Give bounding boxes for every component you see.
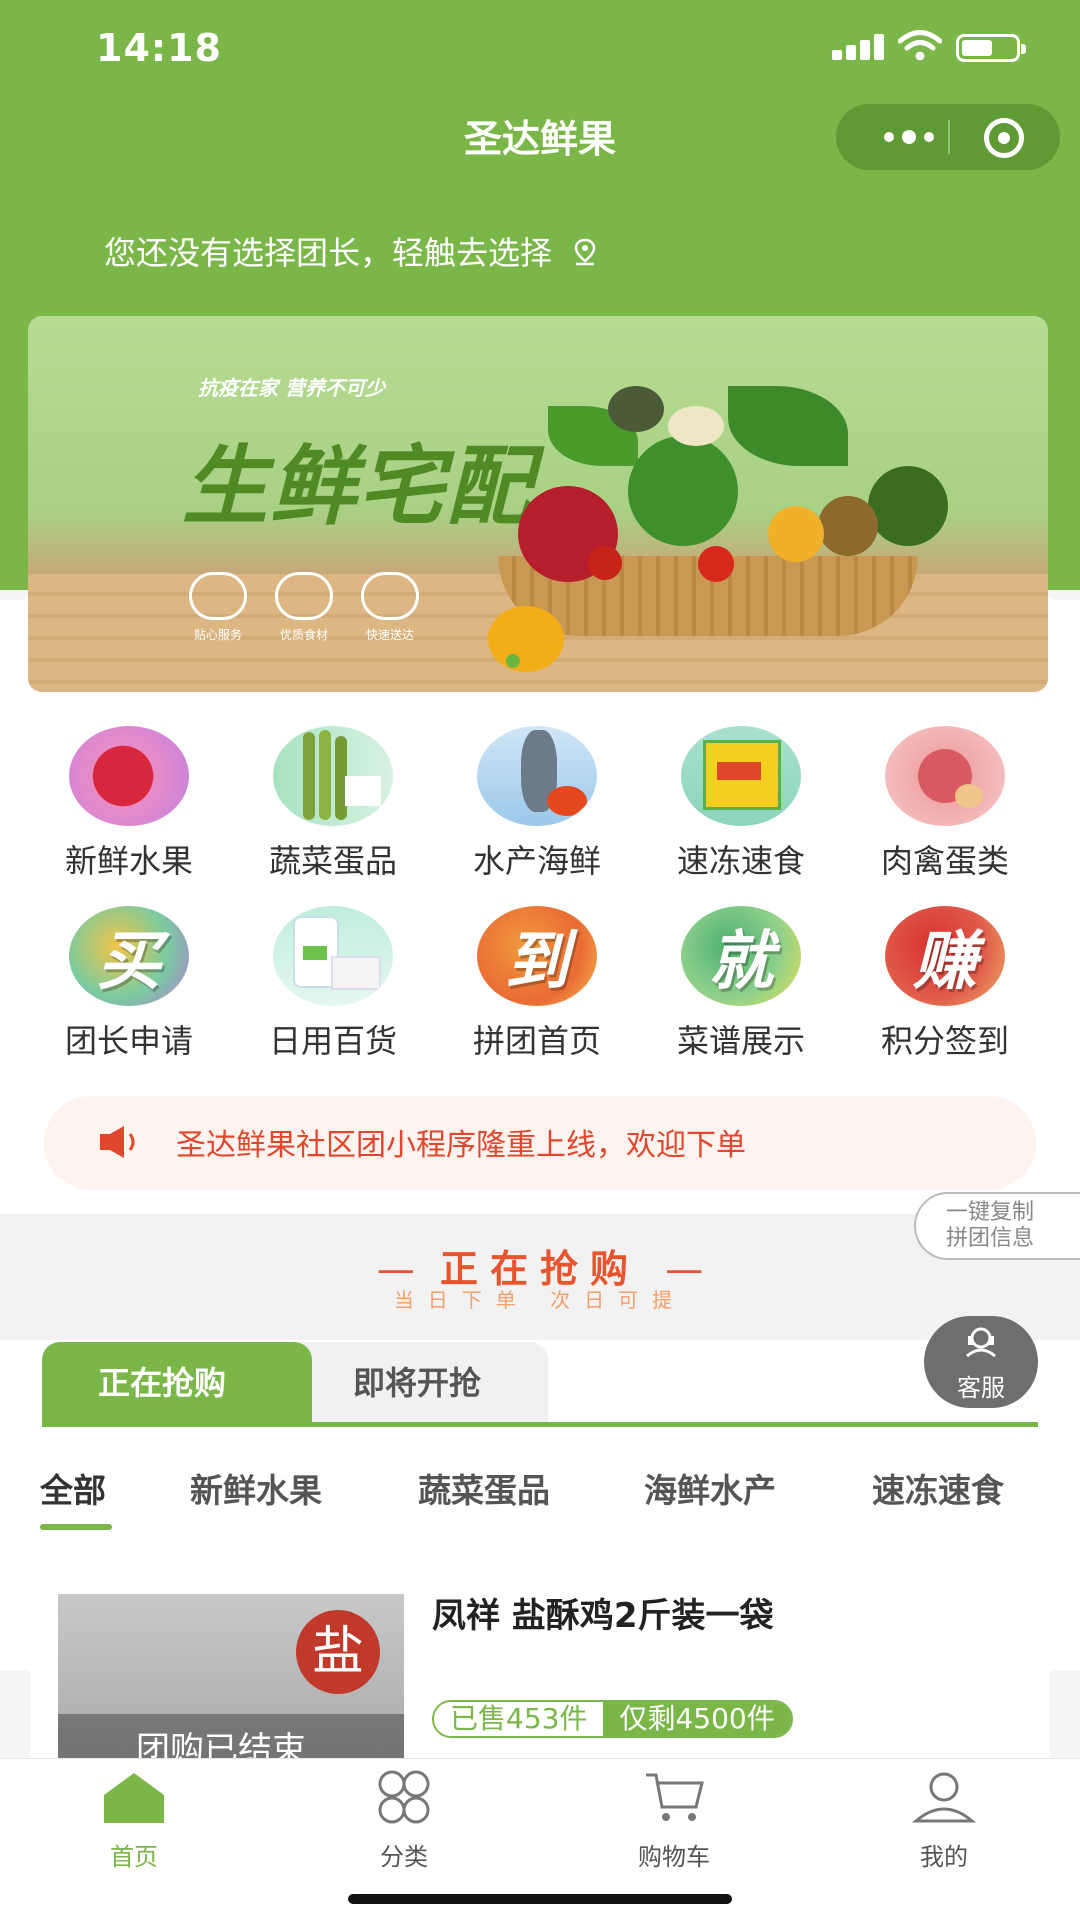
buy-icon: 买 bbox=[69, 906, 189, 1006]
stock-badge: 已售453件 仅剩4500件 bbox=[432, 1700, 793, 1738]
subtab-fresh-fruit[interactable]: 新鲜水果 bbox=[190, 1464, 322, 1512]
meat-icon bbox=[885, 726, 1005, 826]
remaining-count: 仅剩4500件 bbox=[603, 1702, 791, 1736]
category-label: 速冻速食 bbox=[676, 842, 805, 880]
location-pin-icon bbox=[570, 237, 596, 266]
mushroom-shape bbox=[668, 406, 724, 446]
capsule-divider bbox=[948, 120, 950, 154]
speaker-icon bbox=[100, 1126, 135, 1158]
headset-icon bbox=[966, 1327, 996, 1358]
category-recipes[interactable]: 就 菜谱展示 bbox=[646, 906, 836, 1062]
category-seafood[interactable]: 水产海鲜 bbox=[442, 726, 632, 882]
product-salt-label: 盐 bbox=[296, 1610, 380, 1694]
cart-icon bbox=[646, 1773, 704, 1821]
signal-icon bbox=[832, 34, 888, 60]
category-group-home[interactable]: 到 拼团首页 bbox=[442, 906, 632, 1062]
tabbar-category[interactable]: 分类 bbox=[334, 1769, 474, 1872]
frozen-food-icon bbox=[681, 726, 801, 826]
promo-banner[interactable]: 抗疫在家 营养不可少 生鲜宅配 贴心服务 优质食材 快速送达 bbox=[28, 316, 1048, 692]
category-label: 蔬菜蛋品 bbox=[268, 842, 397, 880]
wifi-icon bbox=[898, 30, 942, 61]
banner-headline: 生鲜宅配 bbox=[182, 437, 534, 537]
user-icon bbox=[911, 1772, 977, 1823]
select-leader-text: 您还没有选择团长，轻触去选择 bbox=[104, 234, 553, 272]
announcement-text: 圣达鲜果社区团小程序隆重上线，欢迎下单 bbox=[176, 1128, 746, 1163]
home-indicator bbox=[348, 1894, 732, 1904]
category-label: 团长申请 bbox=[64, 1022, 193, 1060]
tab-now-selling[interactable]: 正在抢购 bbox=[42, 1342, 312, 1424]
home-icon bbox=[104, 1773, 164, 1823]
subtab-indicator bbox=[40, 1524, 112, 1530]
banner-badge: 优质食材 bbox=[272, 572, 336, 643]
tabbar-label: 分类 bbox=[380, 1843, 428, 1871]
banner-tagline: 抗疫在家 营养不可少 bbox=[198, 376, 385, 400]
tab-underline bbox=[42, 1422, 1038, 1427]
product-title[interactable]: 凤祥 盐酥鸡2斤装一袋 bbox=[432, 1588, 774, 1637]
category-label: 新鲜水果 bbox=[64, 842, 193, 880]
lemon-shape bbox=[488, 606, 564, 672]
tomato-shape bbox=[698, 546, 734, 582]
copy-tag-line2: 拼团信息 bbox=[946, 1226, 1035, 1251]
avocado-shape bbox=[868, 466, 948, 546]
apple-icon bbox=[69, 726, 189, 826]
subtab-all[interactable]: 全部 bbox=[40, 1464, 106, 1512]
broccoli-shape bbox=[628, 436, 738, 546]
tomato-shape bbox=[588, 546, 622, 580]
tabbar-home[interactable]: 首页 bbox=[64, 1769, 204, 1872]
status-bar: 14:18 bbox=[0, 0, 1080, 96]
category-grid-icon bbox=[378, 1770, 430, 1824]
subcategory-tabs: 全部 新鲜水果 蔬菜蛋品 海鲜水产 速冻速食 bbox=[0, 1464, 1080, 1524]
category-leader-apply[interactable]: 买 团长申请 bbox=[34, 906, 224, 1062]
banner-badge: 快速送达 bbox=[358, 572, 422, 643]
more-menu-icon[interactable] bbox=[870, 104, 948, 170]
banner-indicator-dot[interactable] bbox=[506, 654, 520, 668]
category-fresh-fruit[interactable]: 新鲜水果 bbox=[34, 726, 224, 882]
earn-icon: 赚 bbox=[885, 906, 1005, 1006]
copy-group-info-button[interactable]: 一键复制 拼团信息 bbox=[914, 1192, 1080, 1260]
just-icon: 就 bbox=[681, 906, 801, 1006]
tabbar-label: 首页 bbox=[110, 1843, 158, 1871]
lemon-shape bbox=[768, 506, 824, 562]
customer-service-button[interactable]: 客服 bbox=[924, 1316, 1038, 1408]
tab-coming-soon[interactable]: 即将开抢 bbox=[286, 1342, 548, 1424]
category-meat-poultry[interactable]: 肉禽蛋类 bbox=[850, 726, 1040, 882]
subtab-vegetables-eggs[interactable]: 蔬菜蛋品 bbox=[418, 1464, 550, 1512]
tabbar-profile[interactable]: 我的 bbox=[874, 1769, 1014, 1872]
category-label: 菜谱展示 bbox=[676, 1022, 805, 1060]
category-daily-goods[interactable]: 日用百货 bbox=[238, 906, 428, 1062]
battery-icon bbox=[956, 34, 1026, 62]
announcement-bar[interactable]: 圣达鲜果社区团小程序隆重上线，欢迎下单 bbox=[44, 1096, 1036, 1190]
tabbar-cart[interactable]: 购物车 bbox=[604, 1769, 744, 1872]
category-label: 积分签到 bbox=[880, 1022, 1009, 1060]
category-label: 水产海鲜 bbox=[472, 842, 601, 880]
sold-count: 已售453件 bbox=[434, 1702, 604, 1736]
kiwi-shape bbox=[818, 496, 878, 556]
avocado-shape bbox=[608, 386, 664, 432]
customer-service-label: 客服 bbox=[957, 1374, 1005, 1402]
banner-badges: 贴心服务 优质食材 快速送达 bbox=[186, 572, 422, 643]
tabbar-label: 购物车 bbox=[638, 1843, 710, 1871]
tabbar-label: 我的 bbox=[920, 1843, 968, 1871]
select-leader-prompt[interactable]: 您还没有选择团长，轻触去选择 bbox=[104, 228, 596, 274]
fish-icon bbox=[477, 726, 597, 826]
category-label: 日用百货 bbox=[268, 1022, 397, 1060]
category-frozen-food[interactable]: 速冻速食 bbox=[646, 726, 836, 882]
daily-goods-icon bbox=[273, 906, 393, 1006]
subtab-seafood[interactable]: 海鲜水产 bbox=[644, 1464, 776, 1512]
banner-badge: 贴心服务 bbox=[186, 572, 250, 643]
miniprogram-capsule bbox=[836, 104, 1060, 170]
leaf-shape bbox=[728, 386, 848, 466]
grab-section-subtitle: 当日下单 次日可提 bbox=[393, 1288, 687, 1312]
copy-tag-line1: 一键复制 bbox=[946, 1200, 1035, 1225]
asparagus-icon bbox=[273, 726, 393, 826]
category-points-checkin[interactable]: 赚 积分签到 bbox=[850, 906, 1040, 1062]
app-page: 14:18 圣达鲜果 您还没有选择团长，轻触去选择 抗疫在家 营养不可少 生鲜宅… bbox=[0, 0, 1080, 1920]
arrive-icon: 到 bbox=[477, 906, 597, 1006]
category-label: 肉禽蛋类 bbox=[880, 842, 1009, 880]
status-time: 14:18 bbox=[96, 26, 222, 70]
category-vegetables-eggs[interactable]: 蔬菜蛋品 bbox=[238, 726, 428, 882]
subtab-frozen-food[interactable]: 速冻速食 bbox=[872, 1464, 1004, 1512]
close-miniprogram-icon[interactable] bbox=[984, 118, 1024, 158]
category-label: 拼团首页 bbox=[472, 1022, 601, 1060]
